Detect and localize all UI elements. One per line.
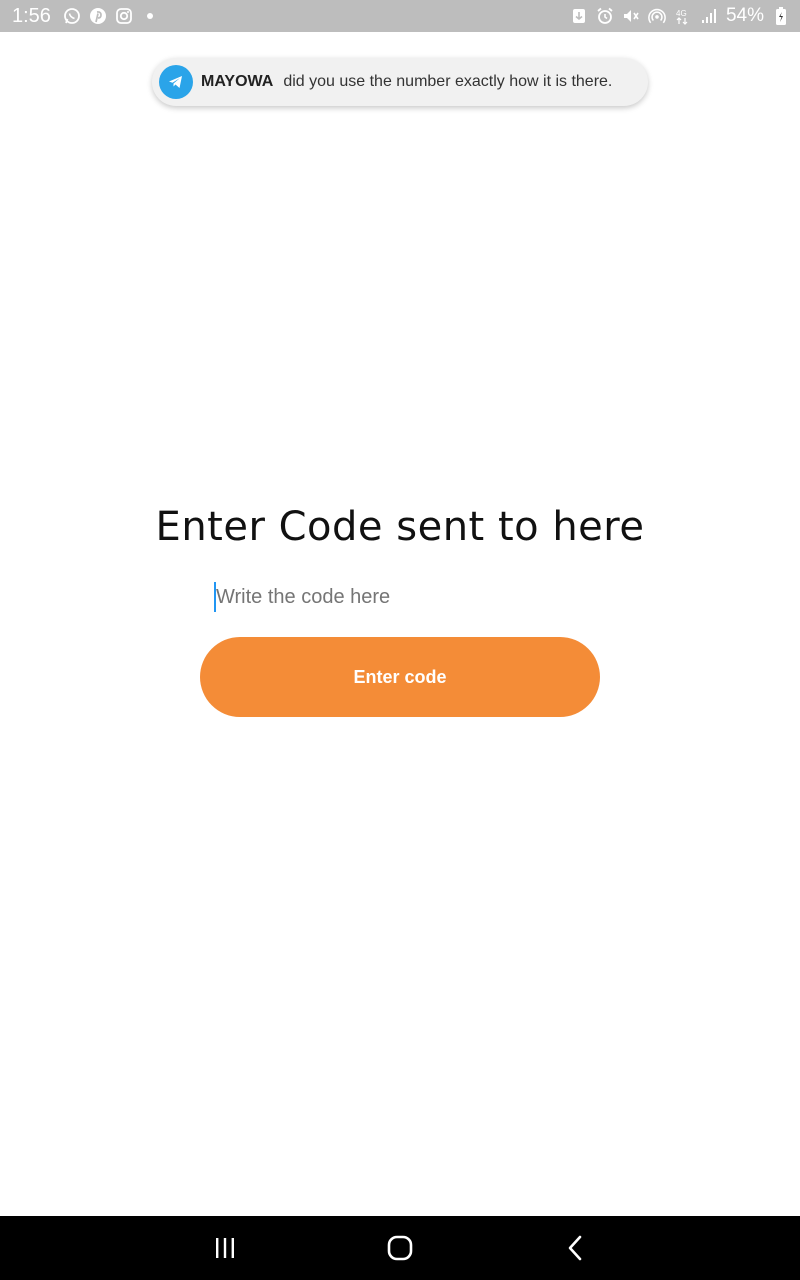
status-bar: 1:56 4G 54% (0, 0, 800, 32)
alarm-icon (596, 7, 614, 25)
instagram-icon (115, 7, 133, 25)
back-icon[interactable] (555, 1232, 595, 1264)
telegram-icon (159, 65, 193, 99)
navigation-bar (0, 1216, 800, 1280)
download-icon (570, 7, 588, 25)
recents-icon[interactable] (205, 1232, 245, 1264)
battery-percent: 54% (725, 5, 764, 26)
signal-icon (700, 7, 718, 25)
more-notifications-dot (146, 13, 153, 19)
notification-message: did you use the number exactly how it is… (283, 73, 613, 90)
status-time: 1:56 (12, 4, 51, 27)
hotspot-icon (648, 7, 666, 25)
status-bar-left: 1:56 (12, 5, 153, 28)
svg-text:4G: 4G (676, 9, 687, 18)
battery-icon (772, 7, 790, 25)
pinterest-icon (89, 7, 107, 25)
status-bar-right: 4G 54% (570, 5, 790, 27)
home-icon[interactable] (380, 1232, 420, 1264)
network-4g-icon: 4G (674, 7, 692, 25)
page-title: Enter Code sent to here (155, 504, 645, 550)
notification-sender: MAYOWA (201, 73, 274, 90)
mute-icon (622, 7, 640, 25)
code-input[interactable] (214, 582, 588, 612)
whatsapp-icon (63, 7, 81, 25)
enter-code-button[interactable]: Enter code (200, 637, 600, 717)
message-notification-bubble[interactable]: MAYOWA did you use the number exactly ho… (152, 58, 648, 106)
